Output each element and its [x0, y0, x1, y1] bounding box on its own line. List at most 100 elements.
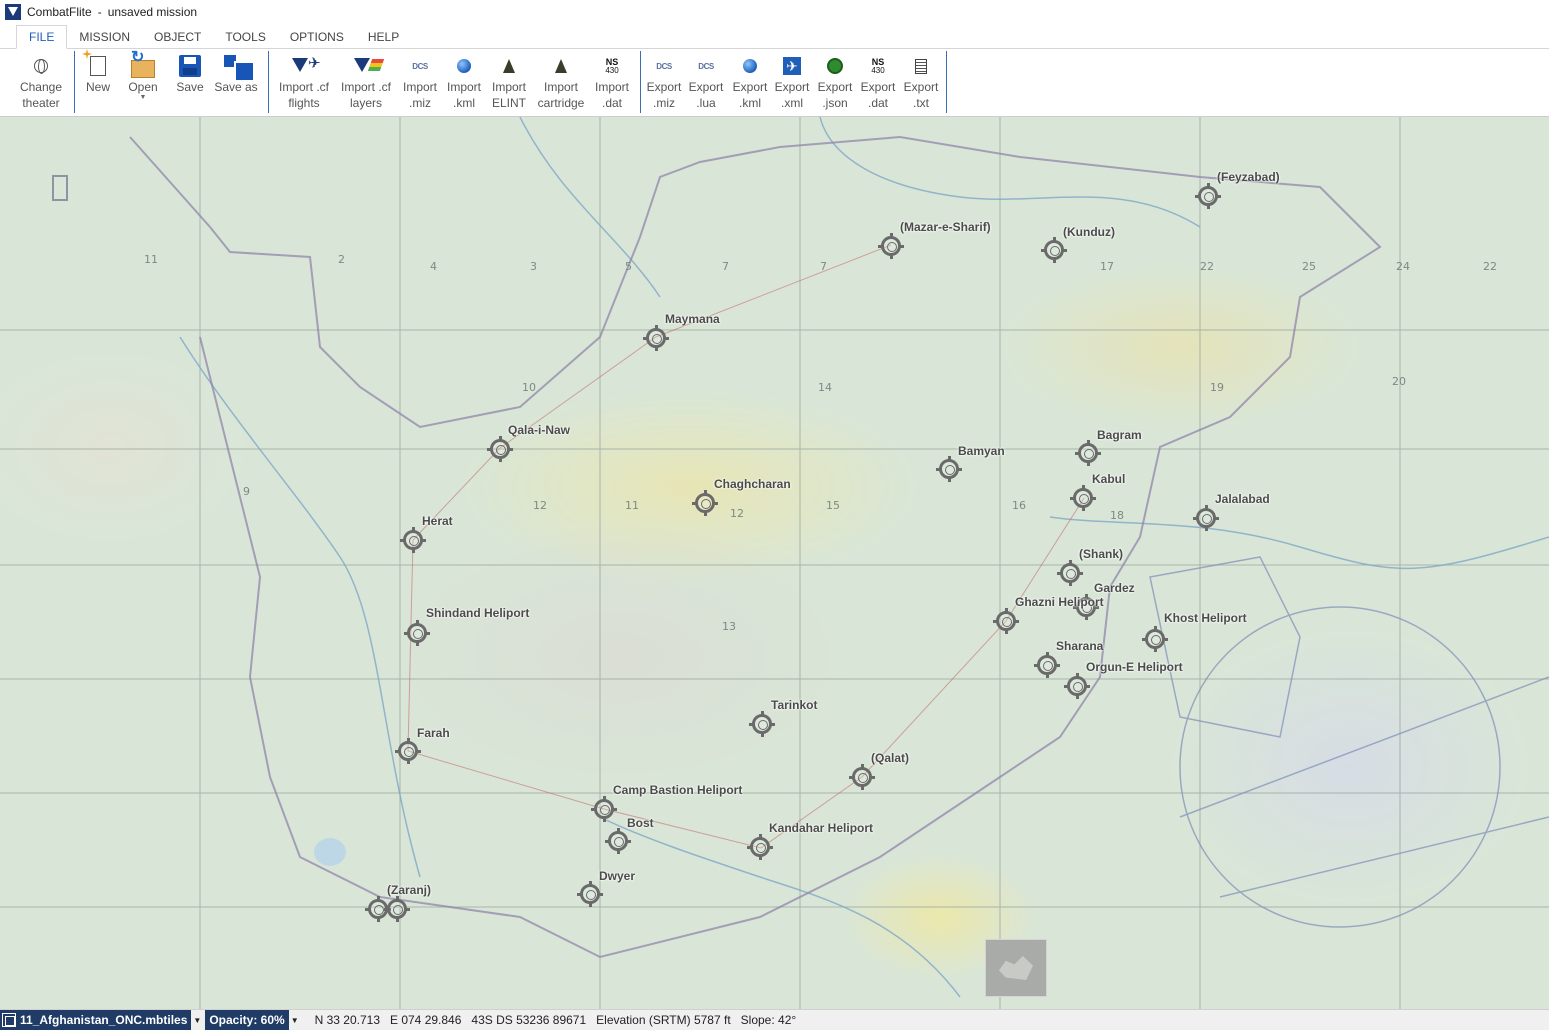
map-thumbnail-icon — [999, 956, 1033, 980]
grid-label: 18 — [1110, 509, 1124, 522]
ns430-icon: NS 430 — [871, 57, 884, 75]
dcs-icon: DCS — [656, 61, 672, 71]
tab-help[interactable]: HELP — [356, 25, 411, 49]
airfield-label: (Zaranj) — [387, 883, 432, 897]
import-cf-flights-label: Import .cf flights — [278, 80, 329, 110]
airfield-label: Kabul — [1092, 472, 1126, 486]
grid-label: 12 — [533, 499, 547, 512]
grid-label: 15 — [826, 499, 840, 512]
opacity-selector[interactable]: Opacity: 60% — [205, 1009, 289, 1030]
airfield-icon — [403, 530, 423, 550]
airfield-icon — [387, 899, 407, 919]
export-dat-button[interactable]: NS 430 Export .dat — [858, 53, 898, 111]
app-name: CombatFlite — [27, 5, 92, 19]
airfield-label: Bost — [627, 816, 654, 830]
airfield-label: Kandahar Heliport — [769, 821, 874, 835]
title-separator: - — [97, 5, 102, 19]
import-dat-button[interactable]: NS 430 Import .dat — [592, 53, 632, 111]
grid-label: 12 — [730, 507, 744, 520]
ribbon-separator — [946, 51, 947, 113]
airfield-label: Jalalabad — [1215, 492, 1270, 506]
theater-selector[interactable]: 11_Afghanistan_ONC.mbtiles — [0, 1009, 192, 1030]
save-as-icon — [224, 55, 255, 82]
new-label: New — [85, 80, 110, 94]
import-cartridge-button[interactable]: Import cartridge — [534, 53, 588, 111]
json-icon — [827, 58, 843, 74]
tab-object[interactable]: OBJECT — [142, 25, 213, 49]
combatflite-logo-icon — [5, 4, 21, 20]
grid-label: 11 — [625, 499, 639, 512]
grid-label: 2 — [338, 253, 345, 266]
ribbon-toolbar: Change theater New Open ▼ Save Save as I… — [0, 47, 1549, 117]
airfield-icon — [1060, 563, 1080, 583]
tab-mission[interactable]: MISSION — [67, 25, 142, 49]
import-cf-flights-button[interactable]: Import .cf flights — [276, 53, 332, 111]
grid-label: 4 — [430, 260, 437, 273]
export-txt-button[interactable]: Export .txt — [900, 53, 942, 111]
airfield-icon — [852, 767, 872, 787]
airfield-icon — [1198, 186, 1218, 206]
import-cf-layers-button[interactable]: Import .cf layers — [338, 53, 394, 111]
import-cartridge-label: Import cartridge — [537, 80, 585, 110]
ns-430-icon-text: 430 — [605, 65, 619, 75]
grid-label: 10 — [522, 381, 536, 394]
map-thumbnail[interactable] — [985, 939, 1047, 997]
grid-label: 5 — [625, 260, 632, 273]
open-dropdown-arrow[interactable]: ▼ — [140, 94, 147, 101]
grid-label: 25 — [1302, 260, 1316, 273]
cf-layers-icon — [354, 57, 378, 75]
opacity-value: Opacity: 60% — [209, 1013, 285, 1027]
tab-tools[interactable]: TOOLS — [213, 25, 277, 49]
export-miz-button[interactable]: DCS Export .miz — [644, 53, 684, 111]
grid-label: 19 — [1210, 381, 1224, 394]
airfield-label: Khost Heliport — [1164, 611, 1247, 625]
export-kml-label: Export .kml — [732, 80, 768, 110]
import-elint-button[interactable]: Import ELINT — [488, 53, 530, 111]
export-json-button[interactable]: Export .json — [814, 53, 856, 111]
airfield-label: Bagram — [1097, 428, 1142, 442]
grid-label: 7 — [820, 260, 827, 273]
save-button[interactable]: Save — [172, 53, 208, 111]
globe-icon — [34, 59, 48, 74]
map-base-layer — [0, 117, 1549, 1009]
map-view[interactable]: 11 2 3 4 5 7 7 9 10 12 11 12 13 14 15 16… — [0, 117, 1549, 1009]
cartridge-icon — [555, 59, 567, 73]
opacity-dropdown-arrow[interactable]: ▼ — [291, 1016, 299, 1025]
change-theater-button[interactable]: Change theater — [14, 53, 68, 111]
import-miz-button[interactable]: DCS Import .miz — [400, 53, 440, 111]
ns430-icon: NS 430 — [605, 57, 619, 75]
xml-icon: ✈ — [783, 57, 801, 75]
tab-file[interactable]: FILE — [16, 25, 68, 49]
save-as-button[interactable]: Save as — [214, 53, 258, 111]
import-miz-label: Import .miz — [402, 80, 437, 110]
export-lua-button[interactable]: DCS Export .lua — [686, 53, 726, 111]
export-miz-label: Export .miz — [646, 80, 682, 110]
new-button[interactable]: New — [82, 53, 114, 111]
export-lua-label: Export .lua — [688, 80, 724, 110]
export-xml-button[interactable]: ✈ Export .xml — [772, 53, 812, 111]
cf-flights-icon — [292, 54, 321, 75]
export-kml-button[interactable]: Export .kml — [730, 53, 770, 111]
dcs-icon: DCS — [698, 61, 714, 71]
save-label: Save — [176, 80, 204, 94]
theater-dropdown-arrow[interactable]: ▼ — [193, 1016, 201, 1025]
tab-options[interactable]: OPTIONS — [278, 25, 356, 49]
txt-icon — [915, 58, 927, 74]
title-bar: CombatFlite - unsaved mission — [0, 0, 1549, 24]
grid-label: 13 — [722, 620, 736, 633]
open-button[interactable]: Open ▼ — [124, 47, 162, 111]
open-label: Open — [128, 80, 158, 94]
grid-label: 9 — [243, 485, 250, 498]
airfield-label: Chaghcharan — [714, 477, 791, 491]
import-kml-button[interactable]: Import .kml — [444, 53, 484, 111]
airfield-icon — [1073, 488, 1093, 508]
map-corner-marker — [52, 175, 68, 201]
airfield-label: Sharana — [1056, 639, 1104, 653]
airfield-icon — [996, 611, 1016, 631]
airfield-label: Orgun-E Heliport — [1086, 660, 1183, 674]
grid-label: 20 — [1392, 375, 1406, 388]
airfield-icon — [646, 328, 666, 348]
airfield-icon — [1145, 629, 1165, 649]
ribbon-separator — [268, 51, 269, 113]
import-cf-layers-label: Import .cf layers — [340, 80, 391, 110]
